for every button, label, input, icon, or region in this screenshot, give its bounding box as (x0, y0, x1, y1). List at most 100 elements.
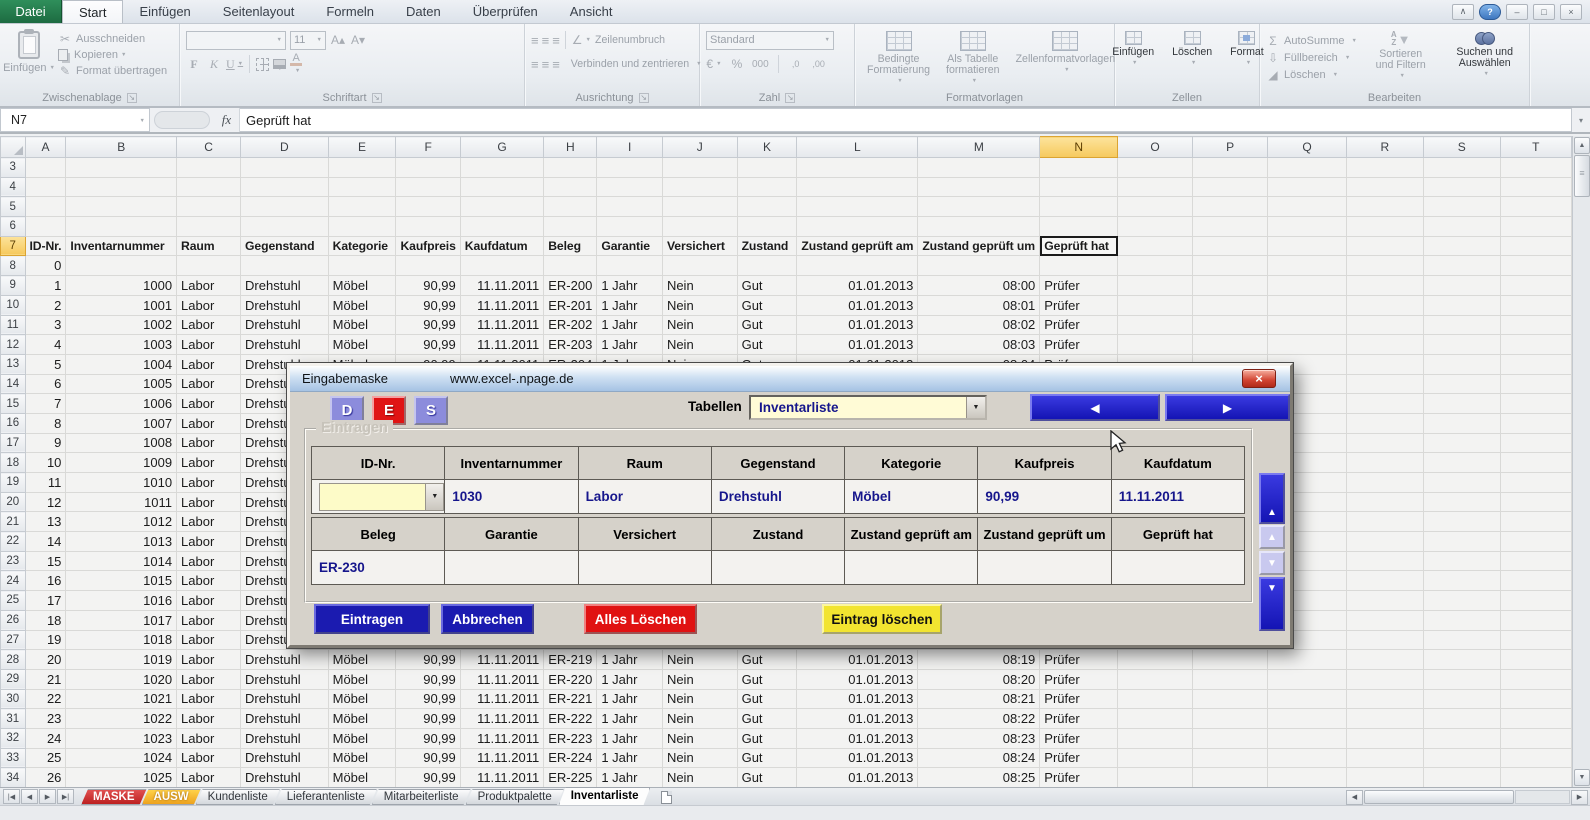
align-middle-icon[interactable]: ≡ (542, 33, 549, 48)
help-icon[interactable]: ? (1479, 4, 1501, 20)
cell-E11[interactable]: Möbel (328, 315, 396, 335)
cell-N28[interactable]: Prüfer (1040, 650, 1118, 670)
cell-P34[interactable] (1193, 768, 1268, 787)
cell-G9[interactable]: 11.11.2011 (460, 276, 543, 296)
cell-T32[interactable] (1500, 728, 1571, 748)
shrink-font-button[interactable]: A▾ (350, 31, 366, 49)
row-header-15[interactable]: 15 (1, 394, 26, 414)
cell-L29[interactable]: 01.01.2013 (797, 669, 918, 689)
cell-B31[interactable]: 1022 (66, 709, 177, 729)
cell-N8[interactable] (1040, 256, 1118, 276)
cell-R7[interactable] (1346, 236, 1423, 256)
cell-B20[interactable]: 1011 (66, 492, 177, 512)
last-sheet-icon[interactable]: ▶| (57, 789, 74, 804)
cell-N34[interactable]: Prüfer (1040, 768, 1118, 787)
cell-C16[interactable]: Labor (177, 413, 241, 433)
cell-D11[interactable]: Drehstuhl (241, 315, 329, 335)
cell-N9[interactable]: Prüfer (1040, 276, 1118, 296)
cell-A32[interactable]: 24 (25, 728, 66, 748)
cell-P12[interactable] (1193, 335, 1268, 355)
cell-E34[interactable]: Möbel (328, 768, 396, 787)
field-input-kaufdatum[interactable]: 11.11.2011 (1111, 480, 1244, 514)
restore-icon[interactable]: □ (1533, 4, 1555, 20)
cell-D7[interactable]: Gegenstand (241, 236, 329, 256)
field-input-kaufpreis[interactable]: 90,99 (978, 480, 1111, 514)
sheet-tab-produktpalette[interactable]: Produktpalette (466, 789, 564, 805)
ribbon-tab-seitenlayout[interactable]: Seitenlayout (207, 0, 311, 23)
cell-E6[interactable] (328, 217, 396, 237)
cell-E31[interactable]: Möbel (328, 709, 396, 729)
cell-H32[interactable]: ER-223 (544, 728, 597, 748)
cell-S32[interactable] (1423, 728, 1500, 748)
cell-R21[interactable] (1346, 512, 1423, 532)
cell-C12[interactable]: Labor (177, 335, 241, 355)
cell-D8[interactable] (241, 256, 329, 276)
cell-B34[interactable]: 1025 (66, 768, 177, 787)
cell-R8[interactable] (1346, 256, 1423, 276)
cell-S12[interactable] (1423, 335, 1500, 355)
row-header-14[interactable]: 14 (1, 374, 26, 394)
cell-A11[interactable]: 3 (25, 315, 66, 335)
cell-I6[interactable] (597, 217, 663, 237)
cell-Q29[interactable] (1268, 669, 1347, 689)
cell-J10[interactable]: Nein (662, 295, 737, 315)
cell-Q30[interactable] (1268, 689, 1347, 709)
cell-B10[interactable]: 1001 (66, 295, 177, 315)
cell-L34[interactable]: 01.01.2013 (797, 768, 918, 787)
cell-A29[interactable]: 21 (25, 669, 66, 689)
cell-T28[interactable] (1500, 650, 1571, 670)
first-sheet-icon[interactable]: |◀ (3, 789, 20, 804)
cell-I3[interactable] (597, 158, 663, 178)
cell-G32[interactable]: 11.11.2011 (460, 728, 543, 748)
cell-S29[interactable] (1423, 669, 1500, 689)
minimize-icon[interactable]: – (1506, 4, 1528, 20)
cell-H31[interactable]: ER-222 (544, 709, 597, 729)
cell-F3[interactable] (396, 158, 460, 178)
format-painter-button[interactable]: ✎Format übertragen (58, 64, 167, 78)
clear-button[interactable]: ◢Löschen (1266, 68, 1357, 82)
cell-O31[interactable] (1118, 709, 1193, 729)
field-input-raum[interactable]: Labor (578, 480, 711, 514)
cell-F6[interactable] (396, 217, 460, 237)
cell-B32[interactable]: 1023 (66, 728, 177, 748)
cell-J8[interactable] (662, 256, 737, 276)
cell-A8[interactable]: 0 (25, 256, 66, 276)
cell-H3[interactable] (544, 158, 597, 178)
column-header-G[interactable]: G (460, 137, 543, 158)
cell-L30[interactable]: 01.01.2013 (797, 689, 918, 709)
tables-select[interactable]: Inventarliste ▼ (749, 395, 987, 420)
cell-T4[interactable] (1500, 177, 1571, 197)
cell-G28[interactable]: 11.11.2011 (460, 650, 543, 670)
scroll-right-icon[interactable]: ▶ (1571, 790, 1588, 805)
cell-P8[interactable] (1193, 256, 1268, 276)
cell-R27[interactable] (1346, 630, 1423, 650)
column-header-K[interactable]: K (737, 137, 797, 158)
spin-down-small-icon[interactable]: ▼ (1259, 551, 1285, 575)
cell-C26[interactable]: Labor (177, 610, 241, 630)
cell-H6[interactable] (544, 217, 597, 237)
cell-M12[interactable]: 08:03 (918, 335, 1040, 355)
field-input-id-nr[interactable]: ▼ (312, 480, 445, 514)
cell-P9[interactable] (1193, 276, 1268, 296)
cell-P5[interactable] (1193, 197, 1268, 217)
cell-K11[interactable]: Gut (737, 315, 797, 335)
cell-L11[interactable]: 01.01.2013 (797, 315, 918, 335)
cell-G10[interactable]: 11.11.2011 (460, 295, 543, 315)
cell-S14[interactable] (1423, 374, 1500, 394)
row-header-26[interactable]: 26 (1, 610, 26, 630)
cell-B9[interactable]: 1000 (66, 276, 177, 296)
cell-I31[interactable]: 1 Jahr (597, 709, 663, 729)
cell-A16[interactable]: 8 (25, 413, 66, 433)
cell-F31[interactable]: 90,99 (396, 709, 460, 729)
row-header-32[interactable]: 32 (1, 728, 26, 748)
cell-T21[interactable] (1500, 512, 1571, 532)
column-header-B[interactable]: B (66, 137, 177, 158)
cell-S19[interactable] (1423, 473, 1500, 493)
cell-G12[interactable]: 11.11.2011 (460, 335, 543, 355)
cell-F34[interactable]: 90,99 (396, 768, 460, 787)
thousands-format-button[interactable]: 000 (752, 55, 769, 73)
cell-C6[interactable] (177, 217, 241, 237)
cell-R32[interactable] (1346, 728, 1423, 748)
cell-I33[interactable]: 1 Jahr (597, 748, 663, 768)
cell-K12[interactable]: Gut (737, 335, 797, 355)
